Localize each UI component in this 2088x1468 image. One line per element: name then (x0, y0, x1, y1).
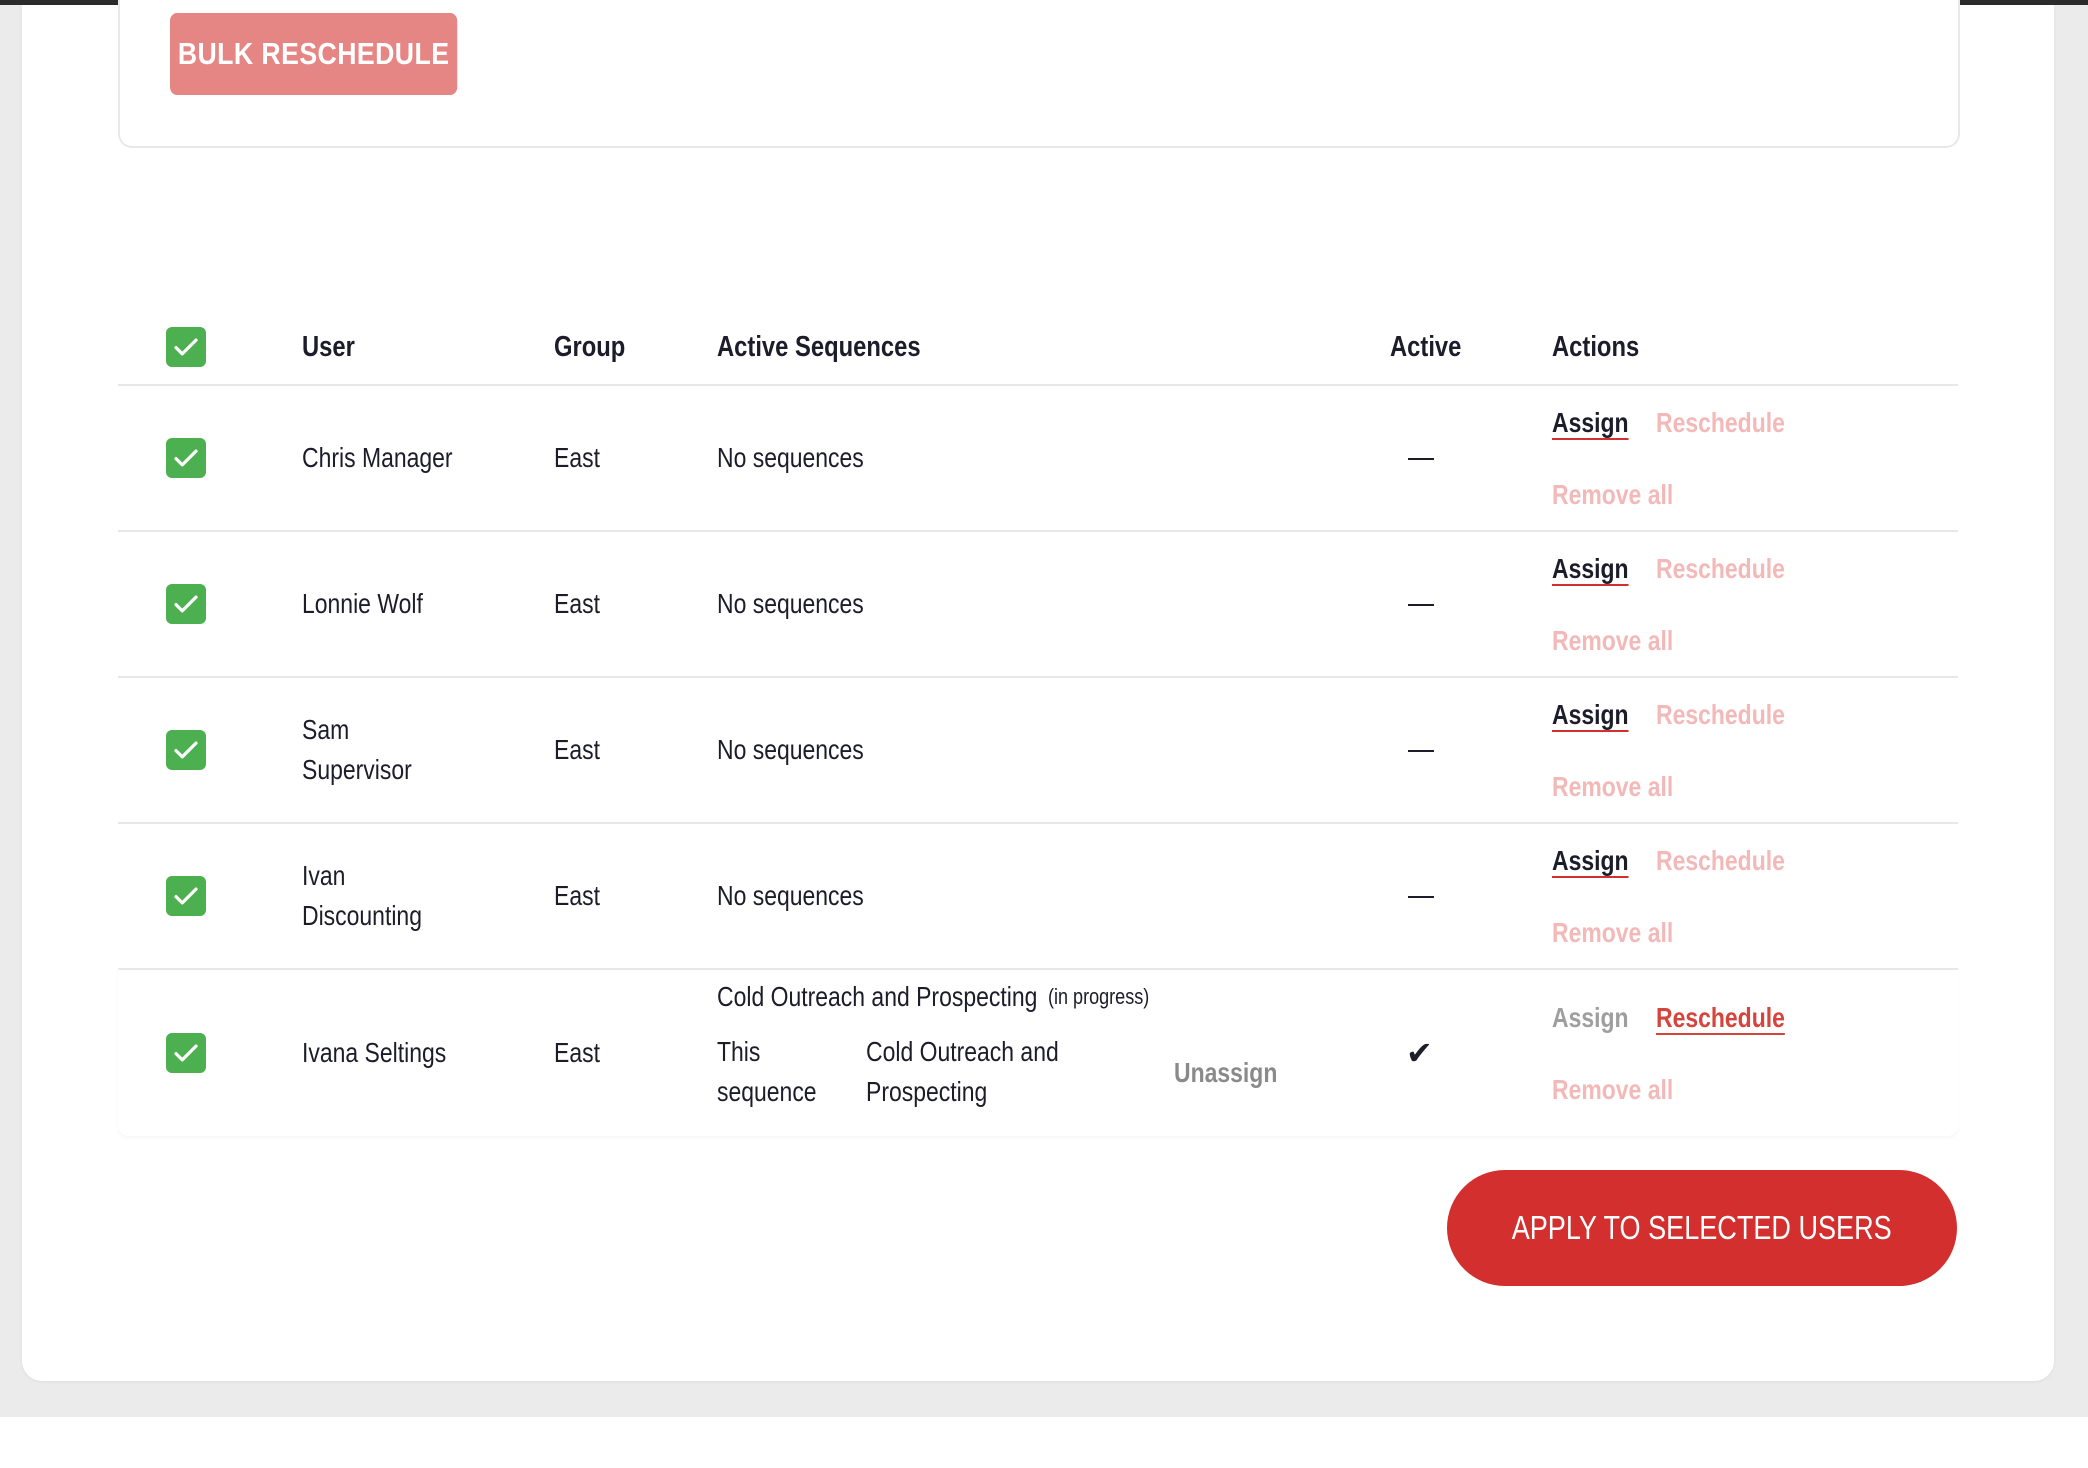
active-check-icon: ✔ (1406, 1035, 1433, 1071)
check-icon (174, 595, 198, 613)
check-icon (174, 338, 198, 356)
row-checkbox[interactable] (166, 730, 206, 770)
assign-link[interactable]: Assign (1552, 841, 1629, 881)
bulk-reschedule-button[interactable]: BULK RESCHEDULE (170, 13, 458, 95)
inactive-dash (1408, 750, 1434, 752)
user-group: East (554, 588, 600, 619)
apply-to-selected-users-button[interactable]: APPLY TO SELECTED USERS (1447, 1170, 1957, 1286)
sequences-text: No sequences (717, 880, 864, 911)
unassign-link[interactable]: Unassign (1174, 1053, 1277, 1093)
inactive-dash (1408, 604, 1434, 606)
table-row: Ivan Discounting East No sequences Assig… (118, 824, 1958, 970)
remove-all-link[interactable]: Remove all (1552, 913, 1673, 953)
remove-all-link[interactable]: Remove all (1552, 1070, 1673, 1110)
remove-all-link[interactable]: Remove all (1552, 767, 1673, 807)
table-header-row: User Group Active Sequences Active Actio… (118, 310, 1958, 386)
sequences-text: No sequences (717, 734, 864, 765)
remove-all-link[interactable]: Remove all (1552, 621, 1673, 661)
header-group: Group (554, 331, 626, 363)
user-name-last: Discounting (302, 900, 422, 931)
table-row: Chris Manager East No sequences Assign R… (118, 386, 1958, 532)
users-table: User Group Active Sequences Active Actio… (118, 310, 1958, 1140)
user-group: East (554, 442, 600, 473)
assign-link[interactable]: Assign (1552, 998, 1629, 1038)
assign-link[interactable]: Assign (1552, 695, 1629, 735)
this-sequence-label-line1: This (717, 1036, 761, 1067)
user-name-last: Supervisor (302, 754, 412, 785)
select-all-checkbox[interactable] (166, 327, 206, 367)
reschedule-link[interactable]: Reschedule (1656, 549, 1785, 589)
header-active: Active (1390, 331, 1462, 363)
sequence-status: (in progress) (1048, 984, 1150, 1009)
user-name: Ivana Seltings (302, 1037, 447, 1068)
user-group: East (554, 734, 600, 765)
assign-link[interactable]: Assign (1552, 549, 1629, 589)
apply-button-label: APPLY TO SELECTED USERS (1512, 1209, 1892, 1246)
user-name: Lonnie Wolf (302, 588, 423, 619)
reschedule-link[interactable]: Reschedule (1656, 403, 1785, 443)
user-group: East (554, 1037, 600, 1068)
check-icon (174, 1044, 198, 1062)
header-active-sequences: Active Sequences (717, 331, 921, 363)
row-checkbox[interactable] (166, 876, 206, 916)
header-user: User (302, 331, 355, 363)
assign-link[interactable]: Assign (1552, 403, 1629, 443)
user-name: Chris Manager (302, 442, 453, 473)
table-row: Sam Supervisor East No sequences Assign … (118, 678, 1958, 824)
reschedule-link[interactable]: Reschedule (1656, 841, 1785, 881)
inactive-dash (1408, 458, 1434, 460)
sequence-name: Cold Outreach and Prospecting (717, 981, 1038, 1012)
this-sequence-label-line2: sequence (717, 1076, 817, 1107)
header-actions: Actions (1552, 331, 1640, 363)
sequences-text: No sequences (717, 442, 864, 473)
row-checkbox[interactable] (166, 584, 206, 624)
sequence-detail-line2: Prospecting (866, 1076, 988, 1107)
user-name-first: Ivan (302, 860, 346, 891)
reschedule-link[interactable]: Reschedule (1656, 998, 1785, 1038)
table-row: Lonnie Wolf East No sequences Assign Res… (118, 532, 1958, 678)
row-checkbox[interactable] (166, 438, 206, 478)
check-icon (174, 449, 198, 467)
check-icon (174, 887, 198, 905)
row-checkbox[interactable] (166, 1033, 206, 1073)
user-group: East (554, 880, 600, 911)
remove-all-link[interactable]: Remove all (1552, 475, 1673, 515)
bulk-panel: BULK RESCHEDULE (118, 0, 1960, 148)
user-name-first: Sam (302, 714, 350, 745)
check-icon (174, 741, 198, 759)
sequence-detail-line1: Cold Outreach and (866, 1036, 1059, 1067)
sequences-text: No sequences (717, 588, 864, 619)
table-row: Ivana Seltings East Cold Outreach and Pr… (118, 970, 1958, 1136)
inactive-dash (1408, 896, 1434, 898)
reschedule-link[interactable]: Reschedule (1656, 695, 1785, 735)
